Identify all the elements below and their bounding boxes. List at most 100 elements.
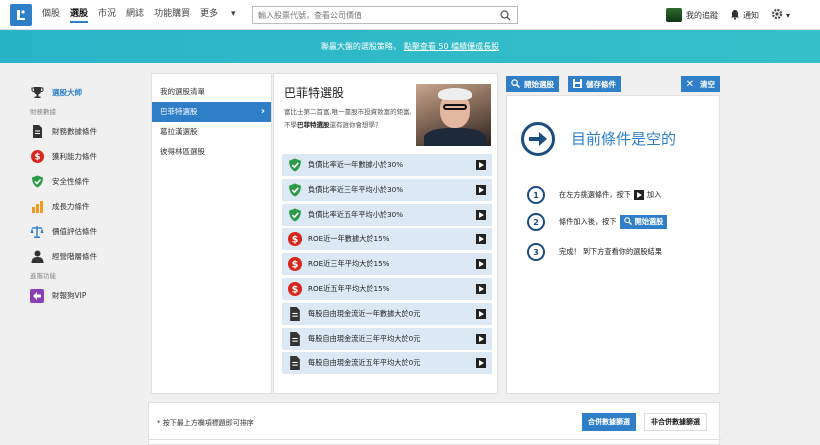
sidebar-item-screener-master[interactable]: 選股大師	[30, 80, 148, 105]
search-icon	[623, 217, 632, 227]
condition-label: 負債比率近三年平均小於30%	[308, 184, 404, 194]
condition-row[interactable]: 負債比率近五年平均小於30%	[282, 203, 492, 226]
add-condition-icon[interactable]	[476, 259, 486, 270]
search-box	[252, 6, 518, 24]
condition-row[interactable]: 每股自由現金流近一年數據大於0元	[282, 302, 492, 325]
condition-row[interactable]: 負債比率近一年數據小於30%	[282, 154, 492, 176]
nav-item-screener[interactable]: 選股	[70, 6, 89, 23]
add-condition-icon[interactable]	[476, 283, 486, 294]
add-condition-icon[interactable]	[476, 209, 486, 220]
sidebar-item-management[interactable]: 經營階層條件	[30, 244, 148, 269]
play-icon	[633, 190, 644, 200]
sort-hint: * 按下最上方欄項標題即可排序	[157, 419, 254, 427]
dollar-icon: $	[30, 150, 44, 164]
sidebar-item-safety[interactable]: 安全性條件	[30, 169, 148, 194]
dollar-icon: $	[288, 257, 302, 272]
search-input[interactable]	[253, 10, 493, 20]
step-2: 2 條件加入後，按下 開始選股	[527, 213, 668, 231]
promo-banner: 聯贏大盤的選股策略， 點擊查看 50 檔績優成長股	[0, 30, 820, 63]
save-conditions-button[interactable]: 儲存條件	[568, 76, 621, 92]
add-condition-icon[interactable]	[476, 333, 486, 344]
selected-conditions-panel: 目前條件是空的 1 在左方挑選條件，按下 加入 2 條件加入後，按下 開始選股 …	[506, 95, 720, 394]
scale-icon	[30, 225, 44, 239]
dollar-icon: $	[288, 232, 302, 247]
unmerged-filter-button[interactable]: 非合併數據篩選	[644, 413, 707, 431]
shield-icon	[288, 208, 302, 222]
notify-link[interactable]: 通知	[730, 9, 759, 22]
nav-item-more[interactable]: 更多 ▾	[200, 6, 245, 23]
condition-row[interactable]: $ ROE近五年平均大於15%	[282, 277, 492, 300]
list-item-graham[interactable]: 葛拉漢選股	[152, 122, 271, 142]
document-icon	[30, 125, 44, 139]
sidebar-section-advanced: 進階功能	[30, 272, 56, 280]
user-nav: 我的追蹤 通知 ▾	[654, 8, 790, 22]
inline-start-screen-button[interactable]: 開始選股	[619, 215, 668, 229]
condition-row[interactable]: $ ROE近一年數據大於15%	[282, 228, 492, 251]
condition-label: ROE近五年平均大於15%	[308, 283, 390, 293]
dollar-icon: $	[288, 281, 302, 296]
arrow-right-icon	[521, 122, 555, 156]
search-icon[interactable]	[500, 10, 511, 23]
strategy-title: 巴菲特選股	[284, 86, 345, 100]
document-icon	[288, 356, 302, 371]
user-icon	[30, 250, 44, 264]
add-condition-icon[interactable]	[476, 234, 486, 245]
add-condition-icon[interactable]	[476, 358, 486, 369]
condition-label: 負債比率近五年平均小於30%	[308, 209, 404, 219]
add-condition-icon[interactable]	[476, 308, 486, 319]
sidebar-item-financial-data[interactable]: 財務數據條件	[30, 119, 148, 144]
tracking-link[interactable]: 我的追蹤	[665, 8, 718, 22]
nav-item-stock[interactable]: 個股	[42, 6, 60, 23]
clear-button[interactable]: ✕ 清空	[680, 76, 720, 92]
sidebar-item-growth[interactable]: 成長力條件	[30, 194, 148, 219]
add-condition-icon[interactable]	[476, 160, 486, 170]
merged-filter-button[interactable]: 合併數據篩選	[582, 413, 636, 431]
condition-list: 負債比率近一年數據小於30% 負債比率近三年平均小於30% 負債比率近五年平均小於3…	[282, 154, 492, 377]
settings-menu[interactable]: ▾	[771, 8, 790, 22]
strategy-detail-panel: 巴菲特選股 富比士第二首富,唯一靠股市投資致富的鉅富,不學巴菲特選股還有誰你會想…	[273, 73, 498, 394]
nav-item-blog[interactable]: 網誌	[126, 6, 144, 23]
results-panel: * 按下最上方欄項標題即可排序 合併數據篩選 非合併數據篩選	[148, 402, 721, 445]
nav-item-market[interactable]: 市況	[98, 6, 116, 23]
results-header-divider	[149, 439, 721, 440]
chevron-down-icon: ▾	[230, 9, 236, 19]
list-item-lynch[interactable]: 彼得林區選股	[152, 142, 271, 162]
sidebar-item-profitability[interactable]: $ 獲利能力條件	[30, 144, 148, 169]
close-icon: ✕	[685, 78, 694, 90]
condition-row[interactable]: 每股自由現金流近三年平均大於0元	[282, 327, 492, 350]
condition-label: 每股自由現金流近五年平均大於0元	[308, 358, 421, 368]
list-item-buffett[interactable]: 巴菲特選股 ›	[152, 102, 271, 122]
condition-row[interactable]: $ ROE近三年平均大於15%	[282, 253, 492, 276]
strategy-description: 富比士第二首富,唯一靠股市投資致富的鉅富,不學巴菲特選股還有誰你會想學？	[284, 108, 412, 129]
condition-row[interactable]: 負債比率近三年平均小於30%	[282, 178, 492, 201]
shield-icon	[288, 158, 302, 172]
shield-icon	[288, 183, 302, 197]
nav-item-purchase[interactable]: 功能購買	[154, 6, 190, 23]
bar-chart-icon	[30, 200, 44, 214]
sidebar-section-financial: 財務數據	[30, 108, 56, 116]
logo-icon[interactable]	[10, 3, 32, 26]
list-item-my-screens[interactable]: 我的選股清單	[152, 82, 271, 102]
start-screen-button[interactable]: 開始選股	[506, 76, 559, 92]
search-icon	[511, 78, 521, 90]
svg-text:$: $	[34, 153, 40, 163]
tracking-icon	[665, 8, 682, 22]
promo-link[interactable]: 點擊查看 50 檔績優成長股	[404, 41, 499, 52]
svg-text:$: $	[292, 260, 299, 271]
save-icon	[573, 78, 582, 90]
sidebar: 選股大師 財務數據 財務數據條件 $ 獲利能力條件 安全性條件 成長力條件 價值…	[30, 80, 148, 308]
gear-icon	[771, 8, 783, 22]
condition-label: 每股自由現金流近一年數據大於0元	[308, 308, 421, 318]
main-nav: 個股 選股 市況 網誌 功能購買 更多 ▾	[42, 6, 256, 23]
bell-icon	[730, 9, 740, 22]
add-condition-icon[interactable]	[476, 184, 486, 195]
shield-icon	[30, 175, 44, 189]
step-3: 3 完成！ 到下方查看你的選股結果	[527, 243, 662, 261]
condition-row[interactable]: 每股自由現金流近五年平均大於0元	[282, 352, 492, 375]
sidebar-item-vip[interactable]: 財報狗VIP	[30, 283, 148, 308]
condition-label: 負債比率近一年數據小於30%	[308, 160, 404, 169]
sidebar-item-valuation[interactable]: 價值評估條件	[30, 219, 148, 244]
document-icon	[288, 331, 302, 346]
svg-text:$: $	[292, 235, 299, 246]
condition-label: ROE近一年數據大於15%	[308, 234, 390, 244]
